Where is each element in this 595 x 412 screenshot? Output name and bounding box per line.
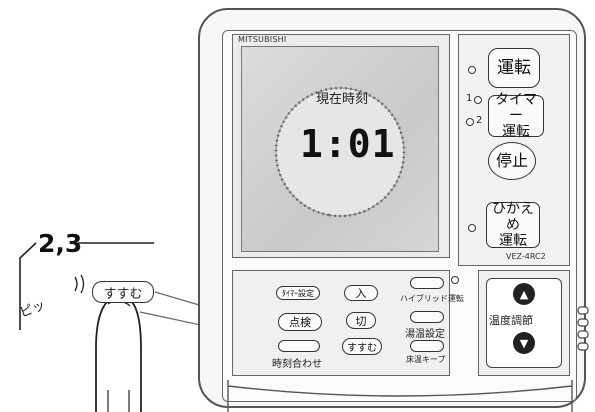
timer-run-line2: 運転	[502, 124, 530, 140]
timer-run-button[interactable]: タイマー 運転	[488, 92, 544, 140]
advance-button[interactable]: すすむ	[342, 338, 382, 355]
triangle-down-icon: ▼	[519, 336, 529, 350]
eco-indicator-led	[468, 224, 476, 232]
timer-run-line1: タイマー	[495, 92, 537, 124]
brand-logo: MITSUBISHI	[238, 35, 287, 44]
temperature-down-button[interactable]: ▼	[513, 332, 535, 354]
floor-temp-keep-button[interactable]	[410, 340, 444, 352]
on-button[interactable]: 入	[344, 285, 378, 301]
temperature-up-button[interactable]: ▲	[513, 283, 535, 305]
timer1-indicator-label: 1	[466, 93, 473, 104]
timer-setting-button[interactable]: ﾀｲﾏｰ設定	[276, 286, 320, 300]
clock-set-button[interactable]	[278, 340, 320, 352]
check-button[interactable]: 点検	[278, 313, 322, 331]
clock-set-label: 時刻合わせ	[272, 359, 322, 370]
eco-run-line1: ひかえめ	[492, 201, 534, 233]
run-indicator-led	[468, 66, 476, 74]
callout-step-label: 2,3	[38, 229, 83, 258]
hot-water-setting-button[interactable]	[410, 311, 444, 323]
callout-advance-button: すすむ	[92, 281, 154, 303]
clock-readout: 1:01	[300, 122, 396, 166]
hot-water-setting-label: 湯温設定	[405, 329, 445, 340]
timer1-led	[474, 96, 482, 104]
current-time-label: 現在時刻	[316, 92, 369, 107]
hybrid-button[interactable]	[410, 277, 444, 289]
finger-illustration	[95, 295, 142, 412]
model-number: VEZ-4RC2	[506, 252, 546, 261]
grip-ridges	[577, 306, 589, 351]
off-button[interactable]: 切	[346, 312, 376, 329]
hybrid-indicator-led	[451, 276, 459, 284]
run-button[interactable]: 運転	[488, 48, 540, 88]
timer2-indicator-label: 2	[476, 115, 483, 126]
timer2-led	[466, 118, 474, 126]
triangle-up-icon: ▲	[519, 287, 529, 301]
eco-run-line2: 運転	[499, 233, 527, 249]
temperature-label: 温度調節	[489, 314, 533, 327]
eco-run-button[interactable]: ひかえめ 運転	[486, 201, 540, 249]
hybrid-label: ハイブリッド運転	[400, 294, 464, 303]
stop-button[interactable]: 停止	[488, 142, 536, 180]
remote-bottom-edge	[227, 380, 573, 412]
floor-temp-keep-label: 床温キープ	[406, 355, 446, 364]
